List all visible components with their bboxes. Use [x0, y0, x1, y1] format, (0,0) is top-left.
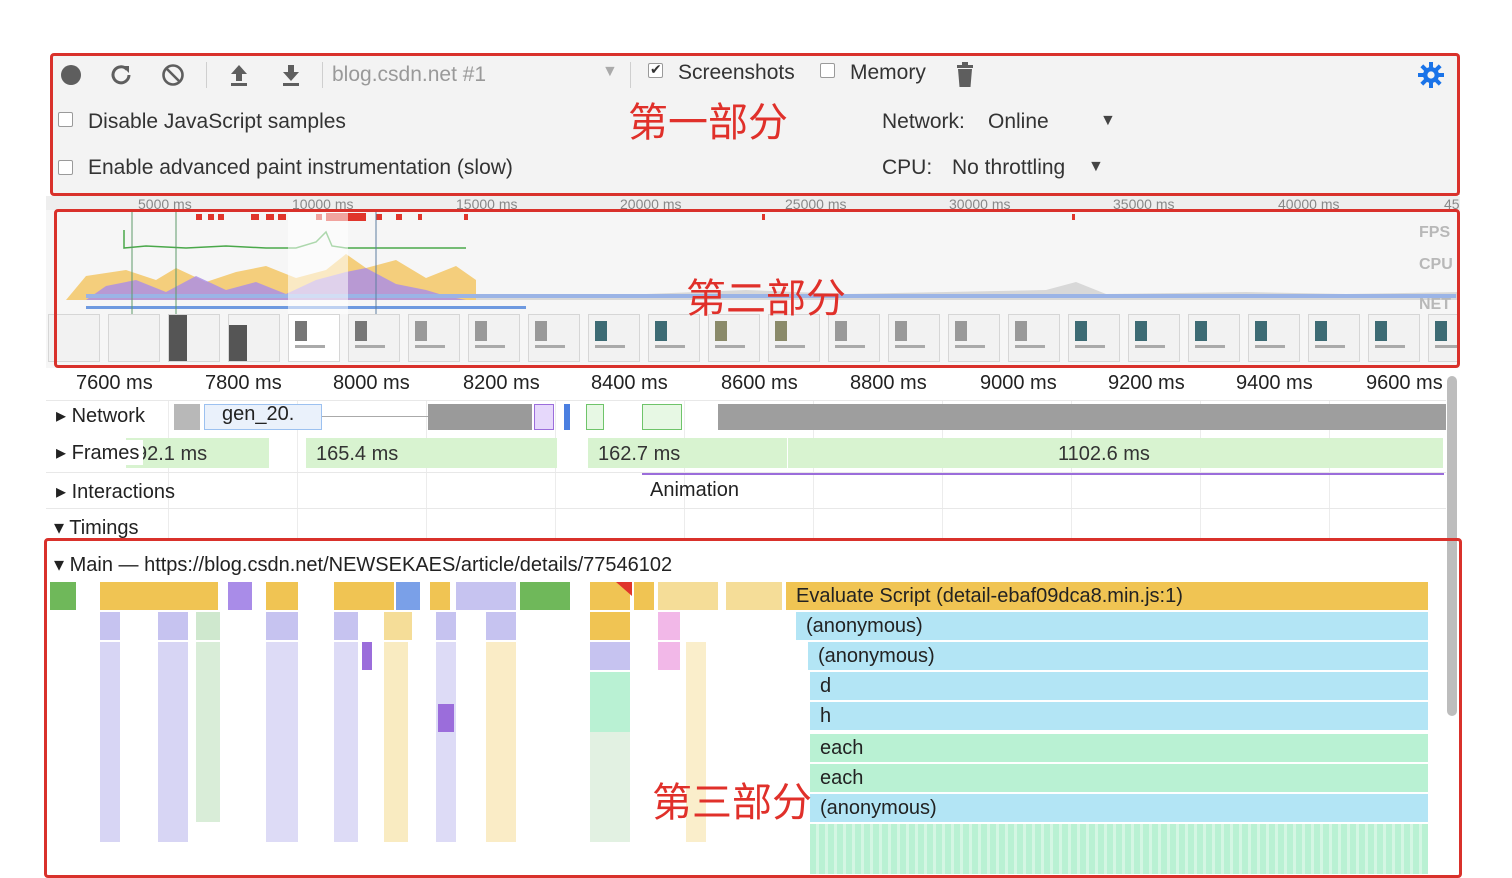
screenshot-thumbnail[interactable]	[1308, 314, 1360, 362]
time-tick: 8800 ms	[850, 372, 927, 394]
screenshot-thumbnail[interactable]	[1188, 314, 1240, 362]
interactions-track[interactable]: ▸ Interactions Animation	[46, 472, 1446, 507]
memory-checkbox[interactable]	[820, 63, 835, 78]
time-tick: 8600 ms	[721, 372, 798, 394]
screenshot-thumbnail[interactable]	[468, 314, 520, 362]
screenshots-label: Screenshots	[678, 61, 795, 84]
cpu-label: CPU:	[882, 156, 933, 179]
annotation-part2: 第二部分	[686, 276, 846, 322]
screenshot-thumbnail[interactable]	[288, 314, 340, 362]
main-track-label: ▾ Main — https://blog.csdn.net/NEWSEKAES…	[54, 554, 673, 576]
time-tick: 8200 ms	[463, 372, 540, 394]
screenshot-thumbnail[interactable]	[948, 314, 1000, 362]
screenshot-thumbnail[interactable]	[108, 314, 160, 362]
screenshot-thumbnail[interactable]	[1068, 314, 1120, 362]
warning-marker	[616, 582, 632, 596]
time-tick: 8400 ms	[591, 372, 668, 394]
screenshot-thumbnail[interactable]	[168, 314, 220, 362]
gear-icon[interactable]	[1418, 62, 1444, 88]
network-track[interactable]: gen_20. ▸ Network	[46, 400, 1446, 433]
vertical-scrollbar[interactable]	[1447, 376, 1457, 716]
time-tick: 7800 ms	[205, 372, 282, 394]
net-lane-label: NET	[1419, 296, 1451, 313]
time-tick: 9400 ms	[1236, 372, 1313, 394]
screenshot-thumbnail[interactable]	[228, 314, 280, 362]
download-icon[interactable]	[278, 62, 304, 88]
network-track-label: ▸ Network	[56, 403, 149, 428]
clear-icon[interactable]	[160, 62, 186, 88]
record-icon[interactable]	[58, 62, 84, 88]
timings-track[interactable]: ▾ Timings	[46, 508, 1446, 539]
chevron-down-icon: ▼	[1100, 112, 1116, 129]
animation-label: Animation	[650, 479, 739, 501]
timings-track-label: ▾ Timings	[54, 517, 139, 539]
fps-lane-label: FPS	[1419, 224, 1451, 241]
screenshot-thumbnail[interactable]	[1368, 314, 1420, 362]
network-throttle-select[interactable]: Online ▼	[988, 108, 1128, 138]
screenshot-thumbnail[interactable]	[588, 314, 640, 362]
reload-icon[interactable]	[108, 62, 134, 88]
frame-block[interactable]: 162.7 ms	[588, 438, 788, 468]
chevron-down-icon: ▼	[602, 63, 618, 80]
flame-call[interactable]: d	[810, 672, 1428, 700]
screenshot-thumbnail[interactable]	[528, 314, 580, 362]
network-request-label: gen_20.	[222, 403, 295, 425]
time-tick: 9200 ms	[1108, 372, 1185, 394]
cpu-lane-label: CPU	[1419, 256, 1453, 273]
screenshot-thumbnail[interactable]	[348, 314, 400, 362]
screenshot-thumbnail[interactable]	[1248, 314, 1300, 362]
time-tick: 9600 ms	[1366, 372, 1443, 394]
frame-block[interactable]: 92.1 ms	[126, 438, 270, 468]
disable-js-samples-checkbox[interactable]	[58, 112, 73, 127]
time-tick: 8000 ms	[333, 372, 410, 394]
chevron-down-icon: ▼	[1088, 158, 1104, 175]
flame-call[interactable]: h	[810, 702, 1428, 730]
cpu-throttle-select[interactable]: No throttling ▼	[952, 154, 1122, 184]
frames-track[interactable]: 92.1 ms 165.4 ms 162.7 ms 1102.6 ms ▸ Fr…	[46, 436, 1446, 470]
flame-call[interactable]: (anonymous)	[796, 612, 1428, 640]
flame-call[interactable]: each	[810, 734, 1428, 762]
frames-track-label: ▸ Frames	[56, 440, 144, 465]
memory-label: Memory	[850, 61, 926, 84]
page-select[interactable]: blog.csdn.net #1 ▼	[332, 61, 622, 89]
interactions-track-label: ▸ Interactions	[56, 481, 175, 503]
advanced-paint-checkbox[interactable]	[58, 160, 73, 175]
time-tick: 9000 ms	[980, 372, 1057, 394]
trash-icon[interactable]	[952, 62, 978, 88]
upload-icon[interactable]	[226, 62, 252, 88]
screenshot-thumbnail[interactable]	[1428, 314, 1460, 362]
annotation-part3: 第三部分	[652, 780, 812, 826]
advanced-paint-label: Enable advanced paint instrumentation (s…	[88, 156, 513, 179]
time-tick: 7600 ms	[76, 372, 153, 394]
screenshot-thumbnail[interactable]	[1128, 314, 1180, 362]
disable-js-samples-label: Disable JavaScript samples	[88, 110, 346, 133]
annotation-part1: 第一部分	[628, 100, 788, 146]
evaluate-script-event[interactable]: Evaluate Script (detail-ebaf09dca8.min.j…	[786, 582, 1428, 610]
frame-block[interactable]: 1102.6 ms	[788, 438, 1444, 468]
flame-call[interactable]: (anonymous)	[808, 642, 1428, 670]
screenshot-thumbnail[interactable]	[48, 314, 100, 362]
screenshot-thumbnail[interactable]	[408, 314, 460, 362]
screenshot-thumbnail[interactable]	[1008, 314, 1060, 362]
flame-call[interactable]: (anonymous)	[810, 794, 1428, 822]
screenshots-checkbox[interactable]	[648, 61, 663, 78]
flame-call[interactable]: each	[810, 764, 1428, 792]
screenshot-thumbnail[interactable]	[888, 314, 940, 362]
frame-block[interactable]: 165.4 ms	[306, 438, 558, 468]
network-label: Network:	[882, 110, 965, 133]
